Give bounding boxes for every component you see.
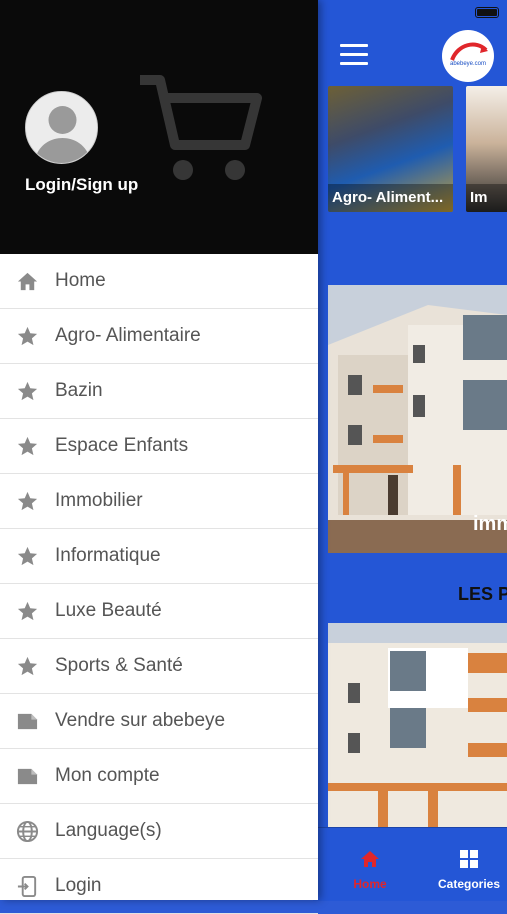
menu-item-label: Mon compte <box>55 765 160 786</box>
menu-item-sports-sante[interactable]: Sports & Santé <box>0 639 318 694</box>
menu-item-immobilier[interactable]: Immobilier <box>0 474 318 529</box>
login-signup-link[interactable]: Login/Sign up <box>25 175 138 195</box>
menu-item-label: Immobilier <box>55 490 143 511</box>
category-card-label: Agro- Aliment... <box>328 184 453 212</box>
drawer-menu: Home Agro- Alimentaire Bazin Espace Enfa… <box>0 254 318 914</box>
star-icon <box>17 326 38 346</box>
category-carousel: Agro- Aliment... Im <box>328 86 507 212</box>
menu-item-label: Home <box>55 270 106 291</box>
avatar[interactable] <box>25 91 98 164</box>
star-icon <box>17 381 38 401</box>
bottom-tab-bar: Home Categories <box>313 827 507 901</box>
menu-item-informatique[interactable]: Informatique <box>0 529 318 584</box>
menu-item-label: Sports & Santé <box>55 655 183 676</box>
category-card-agro[interactable]: Agro- Aliment... <box>328 86 453 212</box>
category-card-immobilier[interactable]: Im <box>466 86 507 212</box>
app-header: abebeye.com <box>318 26 507 86</box>
user-icon <box>26 92 97 163</box>
menu-item-label: Bazin <box>55 380 103 401</box>
menu-item-label: Agro- Alimentaire <box>55 325 201 346</box>
logo-text: abebeye.com <box>449 61 487 67</box>
menu-item-languages[interactable]: Language(s) <box>0 804 318 859</box>
folder-icon <box>17 768 38 785</box>
menu-item-label: Luxe Beauté <box>55 600 162 621</box>
star-icon <box>17 601 38 621</box>
product-image <box>328 623 507 833</box>
tab-home-label: Home <box>353 877 387 891</box>
menu-item-label: Vendre sur abebeye <box>55 710 226 731</box>
product-card[interactable] <box>328 623 507 833</box>
menu-item-label: Login <box>55 875 102 896</box>
menu-item-espace-enfants[interactable]: Espace Enfants <box>0 419 318 474</box>
home-icon <box>17 272 38 291</box>
section-title: LES P <box>458 584 507 604</box>
globe-icon <box>16 820 39 843</box>
menu-icon[interactable] <box>340 44 368 66</box>
menu-item-agro-alimentaire[interactable]: Agro- Alimentaire <box>0 309 318 364</box>
menu-item-mon-compte[interactable]: Mon compte <box>0 749 318 804</box>
grid-icon <box>460 850 478 868</box>
star-icon <box>17 546 38 566</box>
home-screen: abebeye.com Agro- Aliment... Im imm LES … <box>318 0 507 900</box>
category-card-label: Im <box>466 184 507 212</box>
banner-label: imm <box>473 513 507 535</box>
menu-item-bazin[interactable]: Bazin <box>0 364 318 419</box>
menu-item-label: Espace Enfants <box>55 435 189 456</box>
menu-item-label: Language(s) <box>55 820 162 841</box>
star-icon <box>17 436 38 456</box>
battery-icon <box>475 7 499 18</box>
brand-logo[interactable]: abebeye.com <box>442 30 494 82</box>
tab-home[interactable]: Home <box>335 828 405 901</box>
menu-item-home[interactable]: Home <box>0 254 318 309</box>
drawer-header: Login/Sign up <box>0 0 318 254</box>
login-icon <box>17 875 37 898</box>
star-icon <box>17 656 38 676</box>
promo-banner[interactable]: imm <box>328 285 507 553</box>
menu-item-luxe-beaute[interactable]: Luxe Beauté <box>0 584 318 639</box>
tab-categories[interactable]: Categories <box>431 828 507 901</box>
home-icon <box>361 851 379 867</box>
navigation-drawer: Login/Sign up Home Agro- Alimentaire Baz… <box>0 0 318 914</box>
menu-item-vendre[interactable]: Vendre sur abebeye <box>0 694 318 749</box>
menu-item-login[interactable]: Login <box>0 859 318 914</box>
folder-icon <box>17 713 38 730</box>
menu-item-label: Informatique <box>55 545 161 566</box>
star-icon <box>17 491 38 511</box>
cart-icon <box>140 75 262 180</box>
tab-categories-label: Categories <box>437 877 501 891</box>
